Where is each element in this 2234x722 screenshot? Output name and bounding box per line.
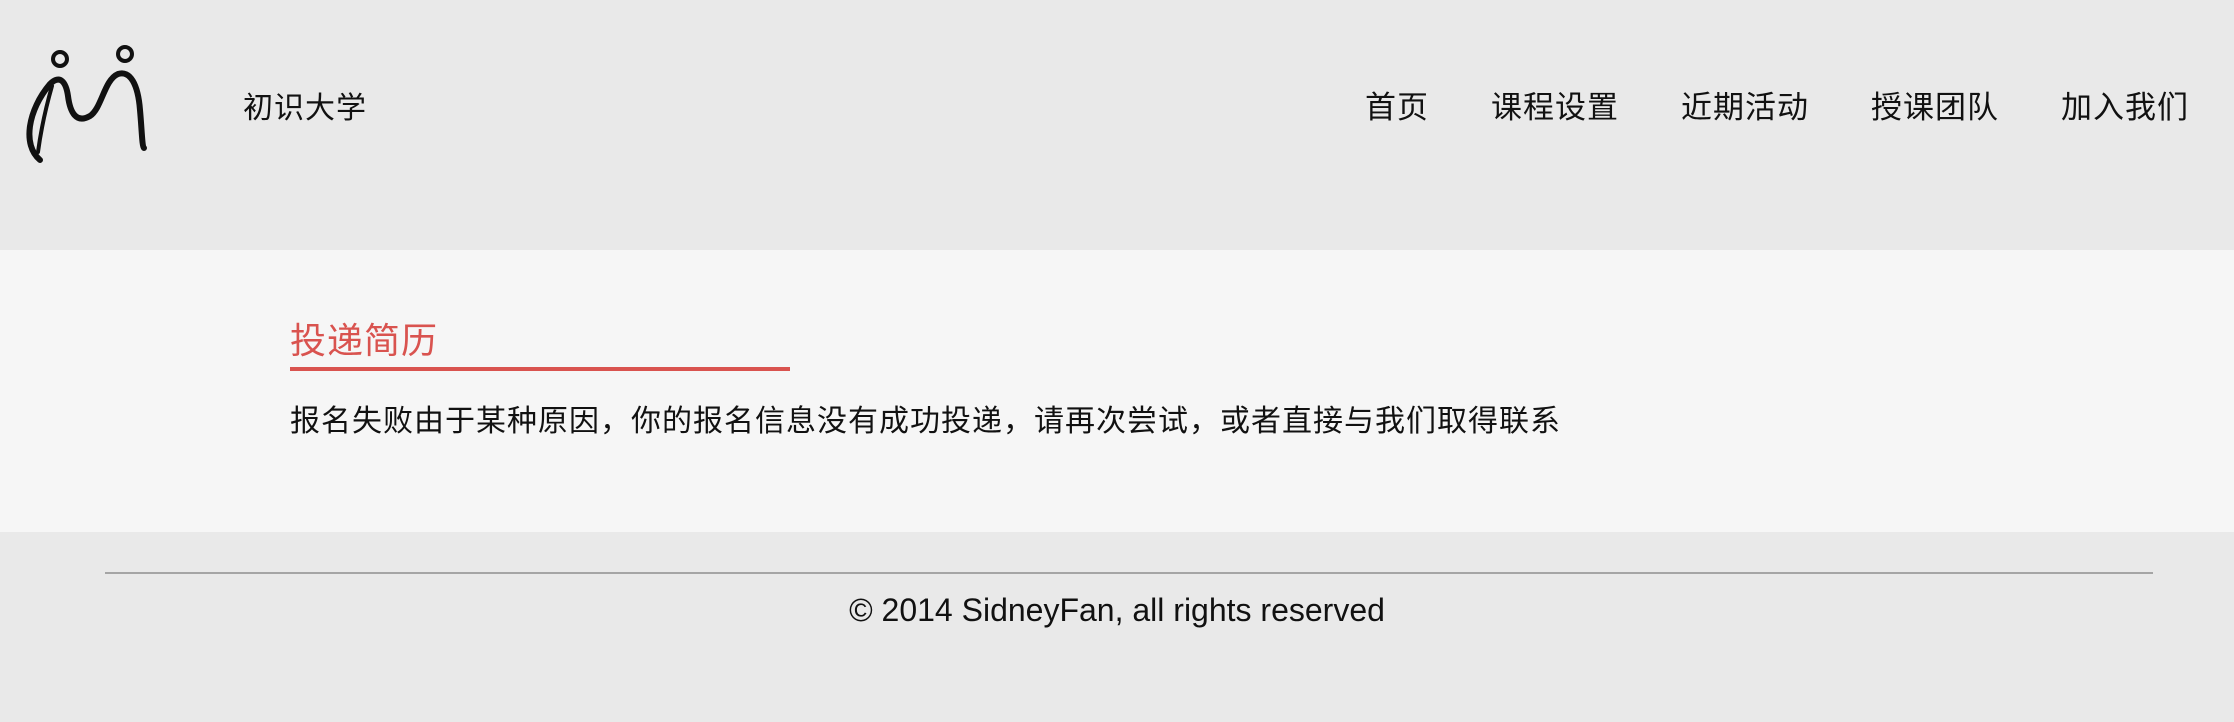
nav-item-team[interactable]: 授课团队 — [1871, 88, 1999, 128]
nav-item-courses[interactable]: 课程设置 — [1491, 88, 1619, 128]
nav-item-home[interactable]: 首页 — [1365, 88, 1429, 128]
failure-message: 报名失败由于某种原因，你的报名信息没有成功投递，请再次尝试，或者直接与我们取得联… — [290, 404, 1561, 439]
page-title: 投递简历 — [290, 321, 439, 362]
title-underline — [290, 367, 790, 371]
stick-figures-logo-icon[interactable] — [18, 40, 158, 170]
main-content: 投递简历 报名失败由于某种原因，你的报名信息没有成功投递，请再次尝试，或者直接与… — [0, 250, 2234, 532]
nav-item-events[interactable]: 近期活动 — [1681, 88, 1809, 128]
brand-name[interactable]: 初识大学 — [243, 89, 367, 129]
main-nav: 首页 课程设置 近期活动 授课团队 加入我们 — [1365, 88, 2189, 128]
site-header: 初识大学 首页 课程设置 近期活动 授课团队 加入我们 — [0, 0, 2234, 250]
nav-item-join-us[interactable]: 加入我们 — [2061, 88, 2189, 128]
copyright-text: © 2014 SidneyFan, all rights reserved — [849, 592, 1385, 628]
footer-divider — [105, 572, 2153, 574]
